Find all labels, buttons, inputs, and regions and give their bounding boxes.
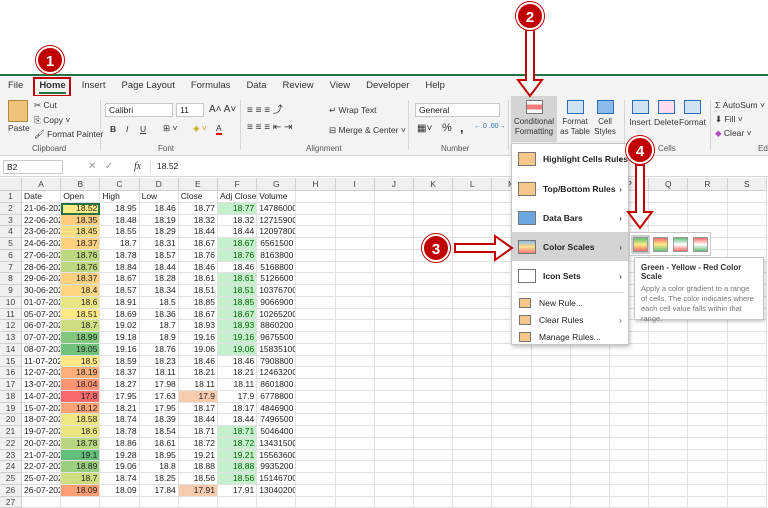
callout-2: 2 xyxy=(516,2,544,30)
arrow-3-icon xyxy=(455,236,512,260)
callout-1: 1 xyxy=(36,46,64,74)
arrow-2-icon xyxy=(518,30,542,96)
arrow-4-icon xyxy=(628,165,652,228)
callout-4: 4 xyxy=(626,136,654,164)
annotation-arrows xyxy=(0,0,768,503)
callout-3: 3 xyxy=(422,234,450,262)
